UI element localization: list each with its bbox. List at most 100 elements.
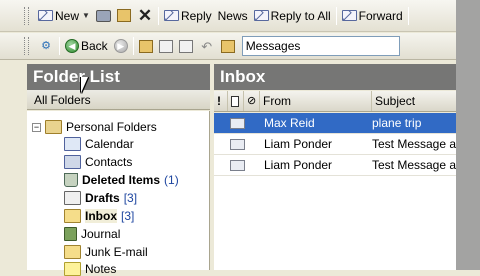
back-button-label: Back bbox=[81, 39, 108, 53]
print-preview-button[interactable] bbox=[176, 38, 196, 55]
calendar-icon bbox=[64, 137, 81, 151]
outlook-today-button[interactable]: ⚙ bbox=[35, 36, 57, 56]
folder-list-title: Folder List bbox=[33, 67, 120, 86]
reply-to-all-button[interactable]: Reply to All bbox=[251, 7, 334, 25]
item-count: [3] bbox=[123, 191, 138, 205]
toolbar-separator bbox=[132, 37, 134, 55]
inbox-icon bbox=[64, 209, 81, 223]
address-field[interactable]: Messages bbox=[241, 36, 400, 56]
page-icon bbox=[231, 95, 239, 107]
message-row[interactable]: Liam Ponder Test Message a bbox=[214, 134, 480, 155]
drafts-icon bbox=[64, 191, 81, 205]
importance-column-header[interactable]: ! bbox=[214, 91, 228, 111]
inbox-header: Inbox bbox=[214, 64, 480, 90]
read-mail-icon bbox=[230, 117, 245, 129]
read-mail-icon bbox=[230, 138, 245, 150]
address-value: Messages bbox=[245, 39, 301, 53]
junk-mail-icon bbox=[64, 245, 81, 259]
item-count: [3] bbox=[121, 209, 135, 223]
forward-nav-button[interactable]: ▶ bbox=[111, 37, 131, 55]
move-to-folder-button[interactable] bbox=[114, 7, 134, 24]
back-button[interactable]: ◀ Back bbox=[62, 37, 111, 55]
reply-icon bbox=[163, 10, 179, 21]
attachment-column-header[interactable]: ⊘ bbox=[244, 91, 260, 111]
subject-header-label: Subject bbox=[375, 94, 416, 108]
contacts-icon bbox=[64, 155, 81, 169]
folder-label: Junk E-mail bbox=[85, 245, 148, 259]
from-column-header[interactable]: From bbox=[260, 91, 372, 111]
toolbar-grip[interactable] bbox=[24, 6, 29, 25]
rules-wizard-button[interactable] bbox=[218, 38, 238, 55]
folder-deleted-items[interactable]: Deleted Items (1) bbox=[64, 173, 179, 187]
new-dropdown-arrow-icon[interactable]: ▼ bbox=[82, 11, 90, 20]
delete-button[interactable]: ✕ bbox=[134, 6, 156, 26]
folder-list-button[interactable] bbox=[156, 38, 176, 55]
back-arrow-icon: ◀ bbox=[65, 39, 79, 53]
new-button-label: New bbox=[55, 8, 80, 23]
news-button-label: News bbox=[217, 8, 248, 23]
all-folders-dropdown[interactable]: All Folders bbox=[27, 90, 210, 110]
folder-junk-email[interactable]: Junk E-mail bbox=[64, 245, 148, 259]
folder-calendar[interactable]: Calendar bbox=[64, 137, 134, 151]
folder-drafts[interactable]: Drafts [3] bbox=[64, 191, 137, 205]
paperclip-icon: ⊘ bbox=[247, 94, 257, 107]
rules-wizard-icon bbox=[220, 39, 235, 53]
folder-label: Drafts bbox=[85, 191, 120, 205]
inbox-title: Inbox bbox=[220, 67, 266, 86]
right-edge-bar bbox=[456, 0, 480, 270]
toolbar-separator bbox=[407, 6, 409, 25]
notes-icon bbox=[64, 262, 81, 276]
folder-journal[interactable]: Journal bbox=[64, 227, 120, 241]
folder-tree: − Personal Folders Calendar Contacts Del… bbox=[27, 111, 210, 276]
message-list: Max Reid plane trip Liam Ponder Test Mes… bbox=[214, 113, 480, 270]
forward-arrow-icon: ▶ bbox=[113, 39, 128, 53]
message-icon-cell bbox=[214, 138, 260, 150]
undo-button[interactable]: ↶ bbox=[196, 36, 218, 56]
icon-column-header[interactable] bbox=[228, 91, 244, 111]
mouse-pointer-icon bbox=[81, 77, 88, 93]
forward-button[interactable]: Forward bbox=[339, 7, 406, 25]
folder-notes[interactable]: Notes bbox=[64, 262, 116, 276]
toolbar-grip[interactable] bbox=[24, 37, 29, 55]
personal-folders-icon bbox=[45, 120, 62, 134]
collapse-toggle-icon[interactable]: − bbox=[32, 122, 41, 132]
reply-to-all-label: Reply to All bbox=[270, 8, 331, 23]
tree-root-label: Personal Folders bbox=[66, 120, 157, 134]
message-row[interactable]: Max Reid plane trip bbox=[214, 113, 480, 134]
print-preview-icon bbox=[178, 39, 193, 53]
folder-contacts[interactable]: Contacts bbox=[64, 155, 132, 169]
message-from: Liam Ponder bbox=[264, 137, 333, 151]
message-from: Max Reid bbox=[264, 116, 315, 130]
left-edge-bar bbox=[0, 60, 27, 270]
new-button[interactable]: New ▼ bbox=[35, 7, 93, 25]
toolbar-separator bbox=[157, 6, 159, 25]
up-one-level-icon bbox=[138, 39, 153, 53]
message-icon-cell bbox=[214, 117, 260, 129]
message-from: Liam Ponder bbox=[264, 158, 333, 172]
message-row[interactable]: Liam Ponder Test Message a bbox=[214, 155, 480, 176]
trash-icon bbox=[64, 173, 78, 187]
message-list-column-headers: ! ⊘ From Subject bbox=[214, 91, 480, 112]
outlook-today-icon: ⚙ bbox=[41, 39, 51, 52]
forward-icon bbox=[341, 10, 357, 21]
move-to-folder-icon bbox=[116, 9, 131, 22]
folder-label: Contacts bbox=[85, 155, 133, 169]
message-icon-cell bbox=[214, 159, 260, 171]
importance-header-label: ! bbox=[217, 94, 221, 108]
news-button[interactable]: News bbox=[215, 7, 251, 25]
up-one-level-button[interactable] bbox=[136, 38, 156, 55]
print-button[interactable] bbox=[93, 8, 114, 24]
folder-label: Journal bbox=[81, 227, 121, 241]
journal-icon bbox=[64, 227, 77, 241]
folder-label: Deleted Items bbox=[82, 173, 161, 187]
forward-button-label: Forward bbox=[358, 8, 403, 23]
reply-button[interactable]: Reply bbox=[161, 7, 215, 25]
all-folders-label: All Folders bbox=[34, 93, 91, 107]
folder-list-header: Folder List bbox=[27, 64, 210, 90]
folder-inbox[interactable]: Inbox [3] bbox=[64, 209, 134, 223]
reply-all-icon bbox=[253, 10, 269, 21]
print-icon bbox=[95, 9, 111, 22]
folder-list-icon bbox=[158, 39, 173, 53]
toolbar-separator bbox=[59, 37, 60, 55]
tree-root-personal-folders[interactable]: − Personal Folders bbox=[32, 120, 157, 134]
